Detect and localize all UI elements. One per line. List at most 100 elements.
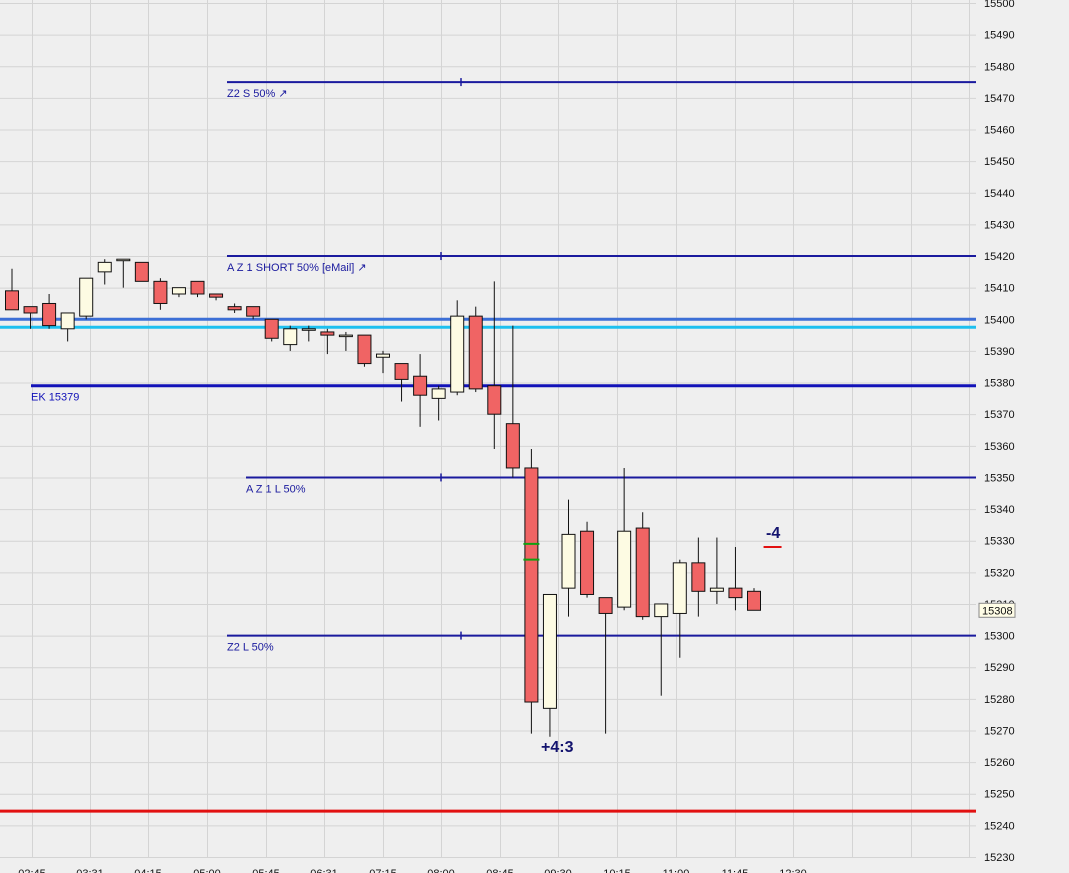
candle-body <box>153 280 168 304</box>
price-tick-label: 15450 <box>984 156 1015 168</box>
candle-body <box>431 388 446 399</box>
time-tick-label: 08:00 <box>427 868 455 873</box>
time-tick-label: 06:31 <box>310 868 338 873</box>
time-tick-label: 04:15 <box>134 868 162 873</box>
price-tick-label: 15280 <box>984 694 1015 706</box>
time-tick-label: 11:45 <box>722 868 749 873</box>
price-tick-label: 15430 <box>984 219 1015 231</box>
candle-body <box>728 587 743 599</box>
price-tick-label: 15330 <box>984 536 1015 548</box>
candle-body <box>413 375 428 396</box>
candle-body <box>394 363 409 380</box>
candle-body <box>5 290 19 311</box>
candle-body <box>246 306 261 317</box>
current-price-label: 15308 <box>982 605 1013 617</box>
level-label-az1-long: A Z 1 L 50% <box>246 483 306 495</box>
candle-body <box>654 603 669 618</box>
candle-body <box>598 597 613 614</box>
time-tick-label: 07:15 <box>369 868 397 873</box>
candle-body <box>116 258 131 262</box>
candle <box>524 448 539 734</box>
candle <box>747 588 761 611</box>
price-tick-label: 15290 <box>984 662 1015 674</box>
candle-body <box>79 277 94 317</box>
price-tick-label: 15440 <box>984 188 1015 200</box>
candle-body <box>190 280 205 295</box>
candle-body <box>617 530 632 608</box>
level-label-ek: EK 15379 <box>31 392 79 404</box>
candle-body <box>134 261 149 282</box>
time-tick-label: 02:45 <box>18 868 46 873</box>
time-tick-label: 09:30 <box>544 868 572 873</box>
price-tick-label: 15260 <box>984 757 1015 769</box>
candlestick-chart: Z2 S 50% ↗ A Z 1 SHORT 50% [eMail] ↗ EK 15… <box>0 0 1069 873</box>
candle-body <box>524 467 539 703</box>
candle-body <box>42 302 57 327</box>
candle-body <box>320 331 335 336</box>
level-label-z2-short: Z2 S 50% ↗ <box>227 88 288 100</box>
candle-body <box>338 334 353 338</box>
candle <box>580 521 595 598</box>
candle <box>79 277 94 320</box>
candle-body <box>171 287 186 295</box>
price-tick-label: 15270 <box>984 725 1015 737</box>
time-tick-label: 10:15 <box>603 868 631 873</box>
candle-body <box>376 353 390 358</box>
candle-body <box>709 587 724 592</box>
candle-body <box>691 562 706 592</box>
price-tick-label: 15500 <box>984 0 1015 10</box>
price-tick-label: 15410 <box>984 283 1015 295</box>
price-tick-label: 15390 <box>984 346 1015 358</box>
candle-body <box>672 562 687 614</box>
time-tick-label: 03:31 <box>76 868 104 873</box>
candle-body <box>450 315 465 393</box>
candle-body <box>60 312 75 330</box>
candle <box>264 318 279 342</box>
candle <box>134 261 149 282</box>
candle-body <box>542 593 557 709</box>
candle <box>635 512 650 620</box>
candle-body <box>283 328 298 346</box>
price-tick-label: 15320 <box>984 567 1015 579</box>
price-tick-label: 15460 <box>984 125 1015 137</box>
price-tick-label: 15420 <box>984 251 1015 263</box>
price-tick-label: 15250 <box>984 789 1015 801</box>
price-tick-label: 15350 <box>984 472 1015 484</box>
price-tick-label: 15240 <box>984 820 1015 832</box>
candle-body <box>580 530 595 595</box>
time-tick-label: 05:00 <box>193 868 221 873</box>
time-tick-label: 08:45 <box>486 868 514 873</box>
price-tick-label: 15370 <box>984 409 1015 421</box>
candle <box>468 306 483 393</box>
chart-background <box>0 0 1069 873</box>
candle-body <box>301 328 316 331</box>
candle-body <box>561 533 576 589</box>
time-tick-label: 12:30 <box>779 868 807 873</box>
candle-body <box>635 527 650 618</box>
candle <box>357 334 372 367</box>
candle-body <box>209 293 224 298</box>
time-tick-label: 05:45 <box>252 868 280 873</box>
candle-body <box>357 334 372 365</box>
trade-result-label: -4 <box>766 525 780 542</box>
candle-body <box>264 318 279 339</box>
time-tick-label: 11:00 <box>663 868 690 873</box>
candle-body <box>747 590 761 611</box>
price-tick-label: 15230 <box>984 852 1015 864</box>
candle-body <box>97 261 112 273</box>
candle-body <box>505 423 520 469</box>
price-tick-label: 15380 <box>984 378 1015 390</box>
candle-body <box>227 306 242 311</box>
price-tick-label: 15490 <box>984 30 1015 42</box>
price-tick-label: 15360 <box>984 441 1015 453</box>
price-tick-label: 15400 <box>984 314 1015 326</box>
price-tick-label: 15470 <box>984 93 1015 105</box>
candle-body <box>468 315 483 390</box>
trade-result-label: +4:3 <box>541 739 574 756</box>
candle-body <box>487 385 502 415</box>
level-label-az1-short: A Z 1 SHORT 50% [eMail] ↗ <box>227 262 367 274</box>
level-label-z2-long: Z2 L 50% <box>227 642 274 654</box>
price-tick-label: 15300 <box>984 631 1015 643</box>
price-tick-label: 15340 <box>984 504 1015 516</box>
price-tick-label: 15480 <box>984 61 1015 73</box>
